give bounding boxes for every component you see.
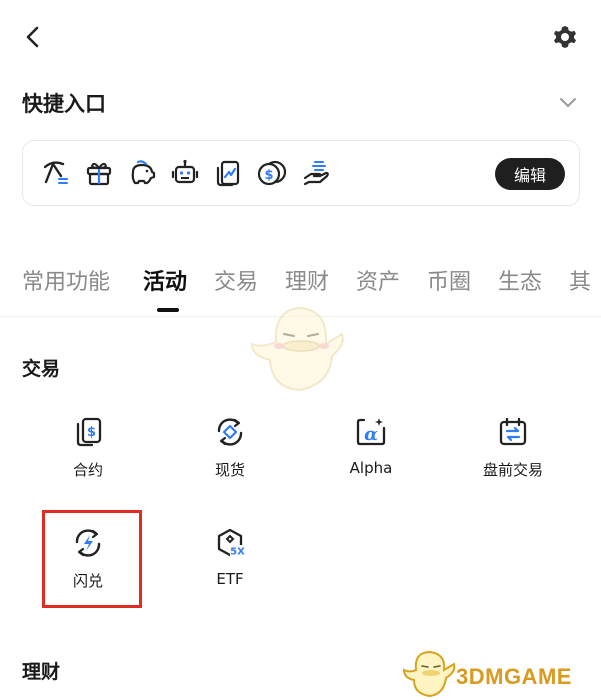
trend-card-icon[interactable] xyxy=(214,158,244,188)
back-button[interactable] xyxy=(18,22,48,52)
alpha-icon: α xyxy=(356,418,386,446)
chevron-down-icon xyxy=(560,98,576,107)
svg-text:$: $ xyxy=(264,168,273,183)
tab-assets[interactable]: 资产 xyxy=(356,264,400,296)
watermark-text: 3DMGAME xyxy=(456,664,572,689)
active-tab-indicator xyxy=(157,308,179,312)
highlight-frame xyxy=(42,510,142,608)
trade-section-title: 交易 xyxy=(22,358,61,380)
coins-icon[interactable]: $ xyxy=(257,158,287,188)
chevron-left-icon xyxy=(26,26,39,48)
alpha-label: Alpha xyxy=(349,459,393,477)
quick-access-card: $ 编辑 xyxy=(22,140,580,206)
svg-text:α: α xyxy=(364,424,378,445)
premarket-item[interactable]: 盘前交易 xyxy=(453,416,573,496)
top-bar xyxy=(0,0,601,72)
mascot-watermark-image xyxy=(246,304,350,396)
tab-trade[interactable]: 交易 xyxy=(214,264,258,296)
edit-button[interactable]: 编辑 xyxy=(495,158,565,190)
spot-item[interactable]: 现货 xyxy=(170,416,290,496)
quick-access-title: 快捷入口 xyxy=(22,92,106,116)
svg-text:$: $ xyxy=(87,425,96,440)
collapse-button[interactable] xyxy=(556,90,580,114)
spot-label: 现货 xyxy=(214,461,245,479)
spot-cycle-icon xyxy=(217,418,243,446)
piggy-bank-icon[interactable] xyxy=(127,158,157,188)
finance-section-title: 理财 xyxy=(22,661,61,683)
contract-dollar-icon: $ xyxy=(76,417,102,447)
svg-text:5X: 5X xyxy=(230,547,245,558)
tab-ecosystem[interactable]: 生态 xyxy=(498,264,542,296)
contract-item[interactable]: $ 合约 xyxy=(28,416,148,496)
settings-button[interactable] xyxy=(550,22,580,52)
etf-label: ETF xyxy=(216,570,244,588)
gear-icon xyxy=(554,26,576,48)
premarket-label: 盘前交易 xyxy=(482,461,543,479)
alpha-item[interactable]: α Alpha xyxy=(311,416,431,496)
etf-item[interactable]: 5X ETF xyxy=(170,527,290,607)
robot-icon[interactable] xyxy=(170,158,200,188)
tab-activity[interactable]: 活动 xyxy=(143,264,187,296)
tab-crypto-circle[interactable]: 币圈 xyxy=(427,264,471,296)
tab-common[interactable]: 常用功能 xyxy=(22,264,110,296)
pickaxe-icon[interactable] xyxy=(41,158,71,188)
tab-other[interactable]: 其 xyxy=(569,264,591,296)
tab-finance[interactable]: 理财 xyxy=(285,264,329,296)
gift-icon[interactable] xyxy=(84,158,114,188)
etf-5x-icon: 5X xyxy=(217,528,245,558)
contract-label: 合约 xyxy=(72,461,103,479)
premarket-calendar-icon xyxy=(499,417,527,446)
hand-coin-icon[interactable] xyxy=(301,158,331,188)
